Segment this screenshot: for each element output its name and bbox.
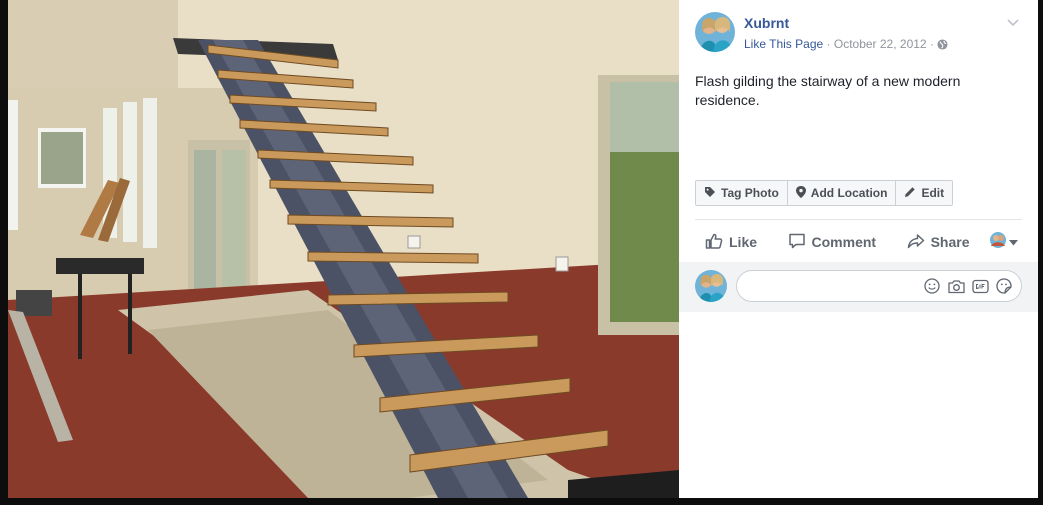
gif-icon[interactable] (971, 277, 989, 295)
speech-bubble-icon (788, 232, 806, 253)
edit-button[interactable]: Edit (895, 181, 952, 205)
post-caption: Flash gilding the stairway of a new mode… (695, 73, 961, 108)
comment-button[interactable]: Comment (778, 232, 887, 253)
page-name-link[interactable]: Xubrnt (744, 15, 789, 31)
comment-label: Comment (811, 234, 877, 250)
caret-down-icon (1009, 233, 1018, 251)
globe-icon[interactable] (937, 39, 948, 53)
tag-photo-label: Tag Photo (721, 186, 779, 200)
like-label: Like (729, 234, 758, 250)
commenter-avatar (695, 270, 727, 302)
comment-input-box[interactable] (736, 270, 1022, 302)
tag-icon (704, 186, 716, 201)
post-details-panel: Xubrnt Like This Page · October 22, 2012… (679, 0, 1038, 498)
page-avatar[interactable] (695, 12, 735, 52)
share-button[interactable]: Share (897, 232, 980, 253)
location-pin-icon (795, 185, 806, 201)
add-location-button[interactable]: Add Location (786, 181, 896, 205)
tag-photo-button[interactable]: Tag Photo (696, 181, 787, 205)
divider (695, 219, 1022, 220)
share-label: Share (930, 234, 970, 250)
add-location-label: Add Location (810, 186, 888, 200)
like-button[interactable]: Like (695, 232, 767, 253)
camera-icon[interactable] (947, 277, 965, 295)
post-photo[interactable] (8, 0, 679, 498)
post-date[interactable]: October 22, 2012 (834, 37, 927, 51)
comment-composer (679, 262, 1038, 312)
like-page-link[interactable]: Like This Page (744, 37, 823, 51)
post-meta: Like This Page · October 22, 2012 · (744, 37, 948, 53)
edit-label: Edit (921, 186, 945, 200)
meta-separator: · (826, 37, 831, 51)
photo-actions-bar: Tag Photo Add Location Edit (695, 180, 954, 206)
reaction-audience-selector[interactable] (990, 231, 1022, 253)
post-actions: Like Comment Share (695, 226, 1022, 258)
meta-separator: · (929, 37, 934, 51)
post-options-chevron-icon[interactable] (1006, 15, 1020, 29)
pencil-icon (904, 186, 916, 201)
profile-thumbnail-icon (990, 231, 1006, 253)
thumbs-up-icon (705, 232, 723, 253)
share-arrow-icon (907, 232, 925, 253)
comment-tools (923, 277, 1013, 295)
emoji-icon[interactable] (923, 277, 941, 295)
comment-input[interactable] (749, 277, 923, 297)
stairway-photo (8, 0, 679, 498)
sticker-icon[interactable] (995, 277, 1013, 295)
